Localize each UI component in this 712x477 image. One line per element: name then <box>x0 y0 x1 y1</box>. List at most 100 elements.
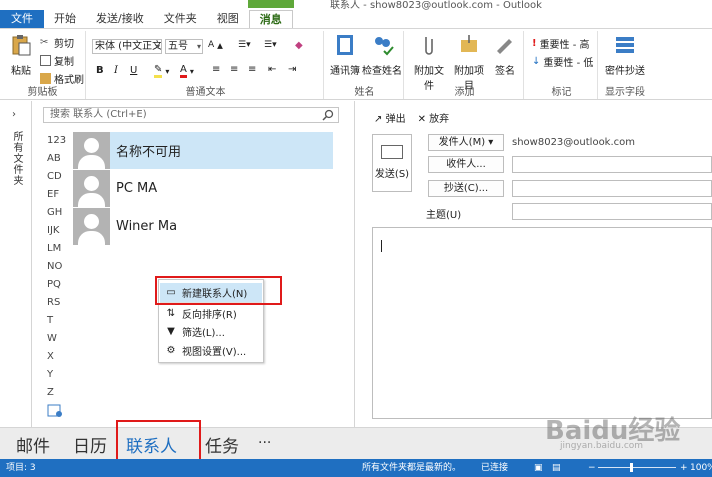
menu-item-label: 筛选(L)... <box>182 328 225 339</box>
contact-row[interactable]: PC MA <box>73 170 333 207</box>
from-button[interactable]: 发件人(M) ▾ <box>428 134 504 151</box>
align-left-button[interactable]: ≡ <box>212 64 220 75</box>
contact-view-icon[interactable] <box>47 404 63 418</box>
contact-name: Winer Ma <box>116 219 178 234</box>
zoom-in-button[interactable]: + <box>680 459 688 477</box>
cut-label: 剪切 <box>54 39 74 50</box>
signature-button[interactable]: 签名 <box>490 33 520 77</box>
attach-item-icon <box>461 35 477 52</box>
paperclip-icon <box>425 37 433 55</box>
index-no[interactable]: NO <box>47 258 69 276</box>
bcc-button[interactable]: 密件抄送 <box>604 33 646 77</box>
message-body[interactable] <box>372 227 712 419</box>
popout-label: 弹出 <box>385 114 406 125</box>
annotation-highlight-new-contact <box>155 276 282 305</box>
reading-view-icon[interactable]: ▤ <box>552 459 561 477</box>
bullets-icon: ☰▾ <box>238 40 251 50</box>
chevron-right-icon[interactable]: › <box>12 109 16 120</box>
numbering-button[interactable]: ☰▾ <box>264 40 277 50</box>
tab-file[interactable]: 文件 <box>0 10 44 28</box>
underline-button[interactable]: U <box>130 65 137 76</box>
align-center-button[interactable]: ≡ <box>230 64 238 75</box>
check-names-button[interactable]: 检查姓名 <box>362 33 402 77</box>
align-right-button[interactable]: ≡ <box>248 64 256 75</box>
align-right-icon: ≡ <box>248 64 257 75</box>
bullets-button[interactable]: ☰▾ <box>238 40 251 50</box>
popout-button[interactable]: ↗ 弹出 <box>374 110 406 125</box>
to-button[interactable]: 收件人... <box>428 156 504 173</box>
menu-item-view-settings[interactable]: ⚙ 视图设置(V)... <box>160 341 262 360</box>
send-button[interactable]: 发送(S) <box>372 134 412 192</box>
copy-button[interactable]: 复制 <box>40 53 74 68</box>
index-x[interactable]: X <box>47 348 69 366</box>
paste-button[interactable]: 粘贴 <box>6 33 36 77</box>
decrease-indent-button[interactable]: ⇤ <box>268 64 276 75</box>
italic-button[interactable]: I <box>114 65 118 76</box>
discard-button[interactable]: ✕ 放弃 <box>418 110 450 125</box>
subject-field[interactable] <box>512 203 712 220</box>
index-cd[interactable]: CD <box>47 168 69 186</box>
index-z[interactable]: Z <box>47 384 69 402</box>
indent-icon: ⇥ <box>288 64 297 75</box>
index-y[interactable]: Y <box>47 366 69 384</box>
index-w[interactable]: W <box>47 330 69 348</box>
cc-field[interactable] <box>512 180 712 197</box>
contact-row-selected[interactable]: 名称不可用 <box>73 132 333 169</box>
zoom-level[interactable]: 100% <box>690 459 712 477</box>
all-folders-label[interactable]: 所有文件夹 <box>9 131 24 186</box>
importance-low-button[interactable]: ↓ 重要性 - 低 <box>532 54 593 69</box>
nav-tasks[interactable]: 任务 <box>205 432 239 457</box>
highlight-button[interactable]: ✎ ▾ <box>154 64 169 78</box>
font-name-value: 宋体 (中文正文 <box>95 41 162 52</box>
index-ijk[interactable]: IJK <box>47 222 69 240</box>
tab-folder[interactable]: 文件夹 <box>154 10 207 28</box>
index-lm[interactable]: LM <box>47 240 69 258</box>
index-pq[interactable]: PQ <box>47 276 69 294</box>
normal-view-icon[interactable]: ▣ <box>534 459 543 477</box>
nav-more[interactable]: ··· <box>258 435 271 451</box>
importance-high-button[interactable]: ! 重要性 - 高 <box>532 36 590 51</box>
search-input[interactable]: 搜索 联系人 (Ctrl+E) <box>43 107 339 123</box>
search-icon[interactable] <box>322 109 334 121</box>
zoom-slider[interactable] <box>598 467 676 468</box>
tab-message[interactable]: 消息 <box>248 10 293 28</box>
cut-button[interactable]: ✂ 剪切 <box>40 35 74 50</box>
font-color-button[interactable]: A ▾ <box>180 64 194 78</box>
font-size-combo[interactable]: 五号 ▾ <box>165 39 203 54</box>
connection-status: 已连接 <box>481 463 509 473</box>
index-rs[interactable]: RS <box>47 294 69 312</box>
index-ab[interactable]: AB <box>47 150 69 168</box>
index-t[interactable]: T <box>47 312 69 330</box>
zoom-slider-thumb[interactable] <box>630 463 633 472</box>
from-address: show8023@outlook.com <box>512 137 636 148</box>
bold-button[interactable]: B <box>96 65 104 76</box>
down-arrow-icon: ↓ <box>532 56 541 67</box>
group-label-include: 添加 <box>454 87 475 98</box>
numbering-icon: ☰▾ <box>264 40 277 50</box>
zoom-out-button[interactable]: − <box>588 459 596 477</box>
font-name-combo[interactable]: 宋体 (中文正文 ▾ <box>92 39 162 54</box>
contact-row[interactable]: Winer Ma <box>73 208 333 245</box>
index-123[interactable]: 123 <box>47 132 69 150</box>
send-label: 发送(S) <box>374 169 410 180</box>
tab-view[interactable]: 视图 <box>207 10 249 28</box>
to-field[interactable] <box>512 156 712 173</box>
index-gh[interactable]: GH <box>47 204 69 222</box>
grow-font-button[interactable]: A ▲ <box>208 40 223 50</box>
index-ef[interactable]: EF <box>47 186 69 204</box>
increase-indent-button[interactable]: ⇥ <box>288 64 296 75</box>
nav-mail[interactable]: 邮件 <box>16 432 50 457</box>
menu-item-reverse-sort[interactable]: ⇅ 反向排序(R) <box>160 304 262 323</box>
cc-button[interactable]: 抄送(C)... <box>428 180 504 197</box>
search-placeholder: 搜索 联系人 (Ctrl+E) <box>50 109 147 120</box>
font-size-value: 五号 <box>168 41 188 52</box>
nav-calendar[interactable]: 日历 <box>73 432 107 457</box>
contextual-tab-marker <box>248 0 294 8</box>
menu-item-filter[interactable]: ▼ 筛选(L)... <box>160 322 262 341</box>
highlighter-icon: ✎ <box>154 64 163 78</box>
tab-send-receive[interactable]: 发送/接收 <box>86 10 154 28</box>
address-book-button[interactable]: 通讯簿 <box>328 33 362 77</box>
folder-pane-collapsed[interactable]: › 所有文件夹 <box>0 101 32 427</box>
tab-home[interactable]: 开始 <box>44 10 86 28</box>
clear-format-button[interactable]: ◆ <box>295 40 303 51</box>
